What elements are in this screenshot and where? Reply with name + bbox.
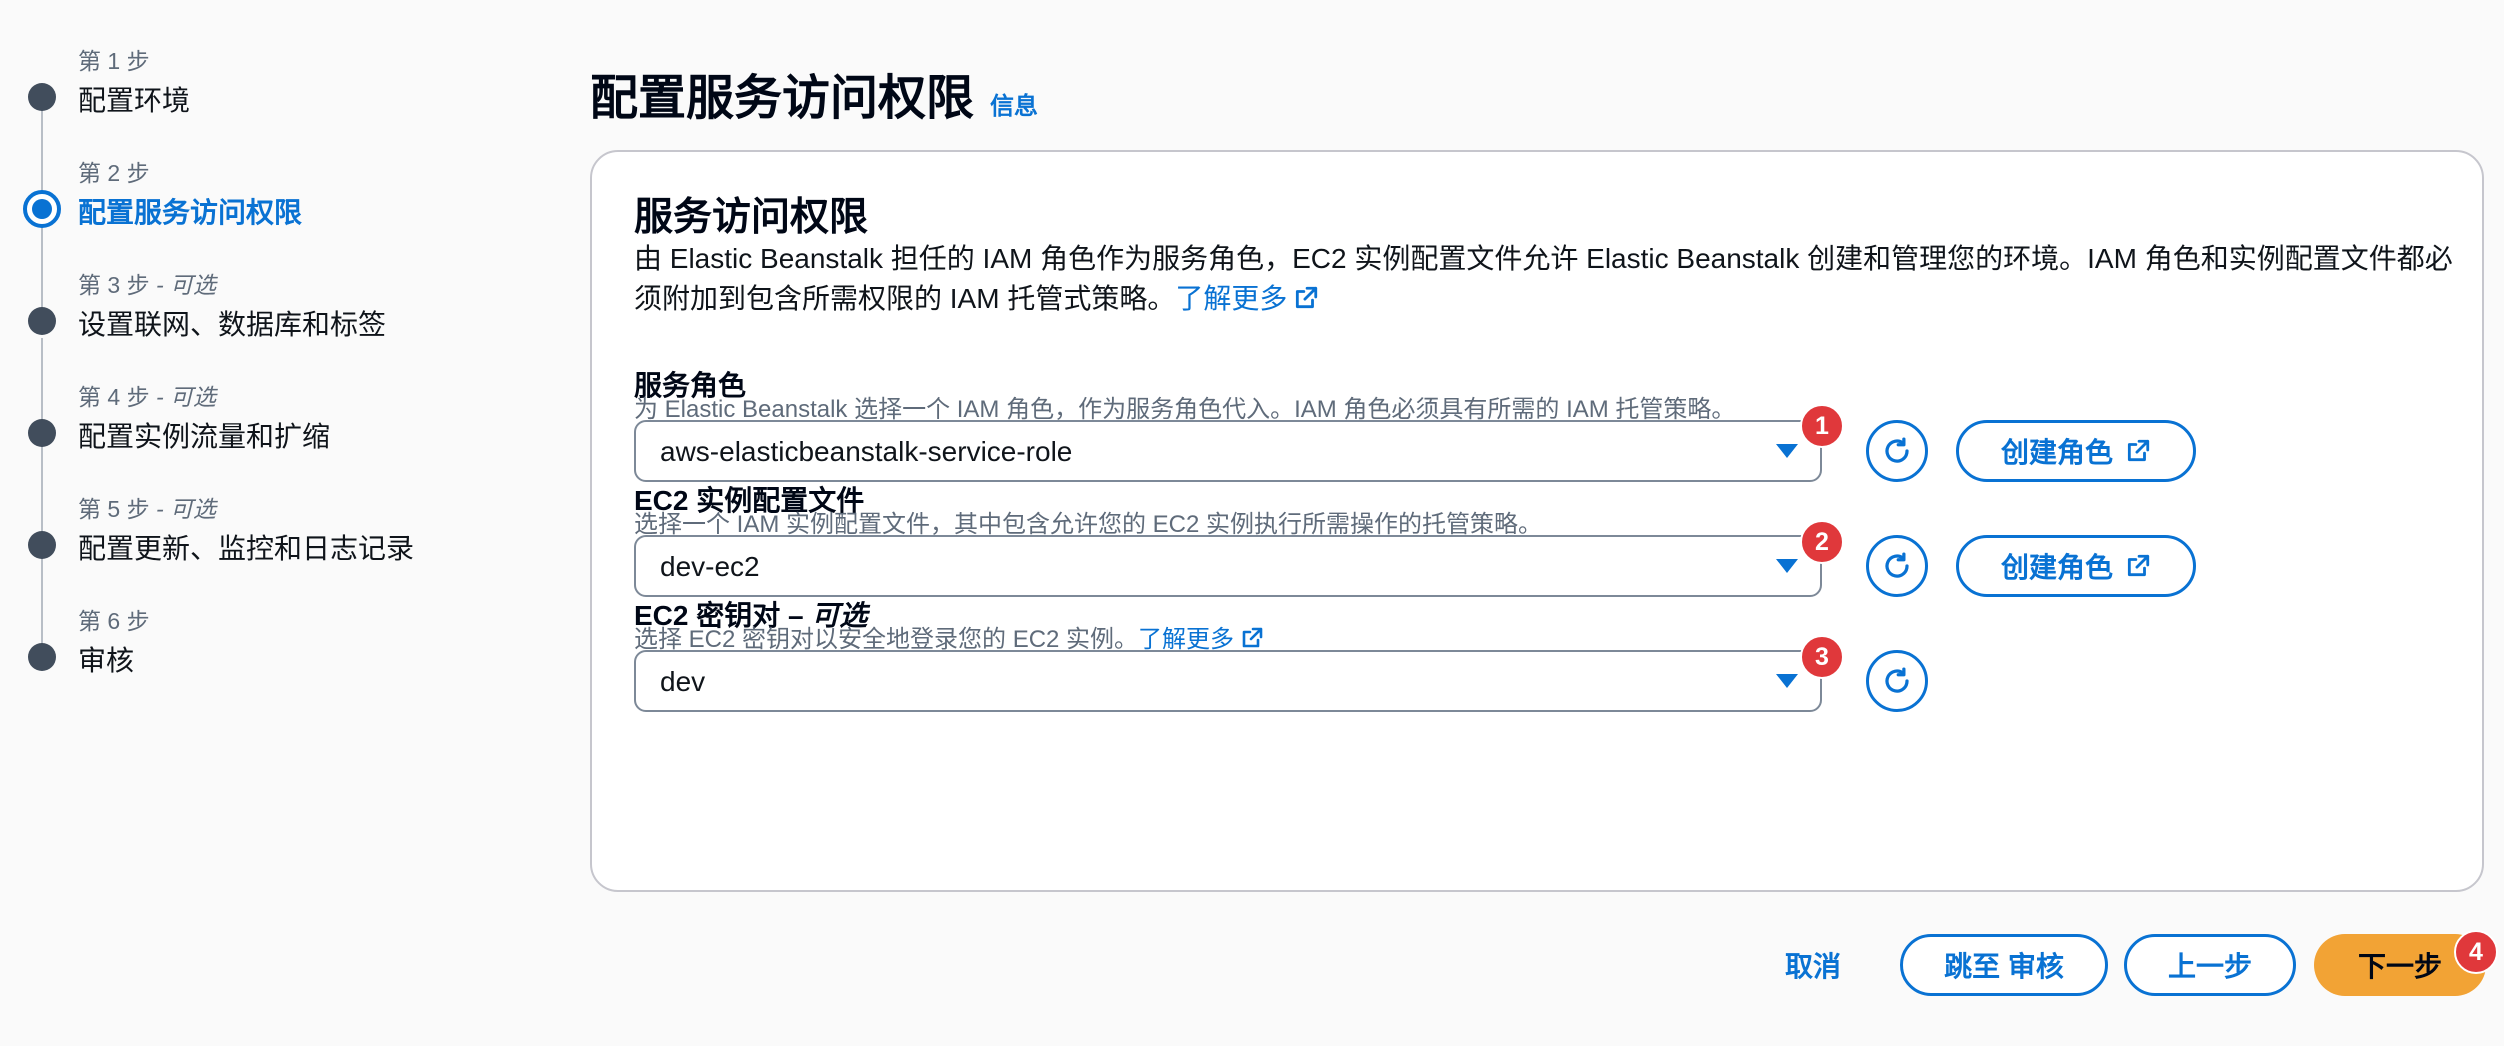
wizard-step-2[interactable]: 第 2 步 配置服务访问权限 [0, 112, 520, 228]
annotation-badge-4: 4 [2454, 930, 2498, 974]
wizard-step-number: 第 4 步 - 可选 [78, 384, 217, 410]
learn-more-label: 了解更多 [1175, 283, 1288, 314]
wizard-navigation: 第 1 步 配置环境 第 2 步 配置服务访问权限 第 3 步 - 可选 设置联… [0, 0, 540, 700]
refresh-icon [1885, 437, 1909, 463]
section-description: 由 Elastic Beanstalk 担任的 IAM 角色作为服务角色，EC2… [634, 239, 2454, 319]
wizard-step-number: 第 3 步 - 可选 [78, 272, 217, 298]
service-access-container: 服务访问权限 由 Elastic Beanstalk 担任的 IAM 角色作为服… [590, 150, 2484, 892]
caret-down-icon [1776, 674, 1798, 688]
ec2-profile-value: dev-ec2 [660, 551, 760, 582]
cancel-button[interactable]: 取消 [1768, 934, 1858, 996]
step-active-dot-icon [23, 190, 61, 228]
ec2-keypair-value: dev [660, 666, 706, 697]
learn-more-link[interactable]: 了解更多 [1175, 283, 1319, 314]
step-dot-icon [28, 531, 56, 559]
step-dot-icon [28, 643, 56, 671]
annotation-badge-2: 2 [1800, 520, 1844, 564]
skip-to-review-button[interactable]: 跳至 审核 [1900, 934, 2108, 996]
ec2-profile-select[interactable]: dev-ec2 [634, 535, 1822, 597]
wizard-step-number: 第 1 步 [78, 48, 150, 74]
step-dot-icon [28, 83, 56, 111]
ec2-keypair-description-text: 选择 EC2 密钥对以安全地登录您的 EC2 实例。 [634, 626, 1139, 653]
info-link[interactable]: 信息 [990, 86, 1038, 121]
service-role-description: 为 Elastic Beanstalk 选择一个 IAM 角色，作为服务角色代入… [634, 396, 1736, 423]
service-role-select[interactable]: aws-elasticbeanstalk-service-role [634, 420, 1822, 482]
external-link-icon [1242, 627, 1263, 648]
step-dot-icon [28, 307, 56, 335]
wizard-step-5[interactable]: 第 5 步 - 可选 配置更新、监控和日志记录 [0, 448, 520, 564]
ec2-keypair-refresh-button[interactable] [1866, 650, 1928, 712]
external-link-icon [2127, 439, 2150, 462]
annotation-badge-3: 3 [1800, 635, 1844, 679]
create-service-role-button[interactable]: 创建角色 [1956, 420, 2196, 482]
previous-button[interactable]: 上一步 [2124, 934, 2296, 996]
refresh-icon [1885, 552, 1909, 578]
annotation-badge-1: 1 [1800, 404, 1844, 448]
ec2-keypair-select[interactable]: dev [634, 650, 1822, 712]
ec2-profile-description: 选择一个 IAM 实例配置文件，其中包含允许您的 EC2 实例执行所需操作的托管… [634, 511, 1543, 538]
caret-down-icon [1776, 559, 1798, 573]
page-header: 配置服务访问权限 信息 [590, 58, 1038, 125]
wizard-step-4[interactable]: 第 4 步 - 可选 配置实例流量和扩缩 [0, 336, 520, 452]
external-link-icon [2127, 554, 2150, 577]
step-dot-icon [28, 419, 56, 447]
page-title: 配置服务访问权限 [590, 72, 975, 125]
wizard-step-3[interactable]: 第 3 步 - 可选 设置联网、数据库和标签 [0, 224, 520, 340]
section-title: 服务访问权限 [634, 196, 869, 239]
wizard-step-1[interactable]: 第 1 步 配置环境 [0, 0, 520, 116]
learn-more-label: 了解更多 [1138, 626, 1235, 653]
caret-down-icon [1776, 444, 1798, 458]
wizard-step-number: 第 6 步 [78, 608, 150, 634]
create-role-label: 创建角色 [2000, 552, 2113, 583]
wizard-step-number: 第 2 步 [78, 160, 150, 186]
learn-more-link[interactable]: 了解更多 [1138, 626, 1264, 653]
refresh-icon [1885, 667, 1909, 693]
wizard-step-label: 审核 [78, 645, 135, 676]
ec2-profile-refresh-button[interactable] [1866, 535, 1928, 597]
wizard-step-6[interactable]: 第 6 步 审核 [0, 560, 520, 676]
create-ec2-role-button[interactable]: 创建角色 [1956, 535, 2196, 597]
external-link-icon [1296, 286, 1318, 309]
service-role-value: aws-elasticbeanstalk-service-role [660, 436, 1073, 467]
service-role-refresh-button[interactable] [1866, 420, 1928, 482]
create-role-label: 创建角色 [2000, 437, 2113, 468]
ec2-keypair-description: 选择 EC2 密钥对以安全地登录您的 EC2 实例。了解更多 [634, 619, 1264, 654]
section-description-text: 由 Elastic Beanstalk 担任的 IAM 角色作为服务角色，EC2… [634, 243, 2453, 314]
wizard-step-number: 第 5 步 - 可选 [78, 496, 217, 522]
